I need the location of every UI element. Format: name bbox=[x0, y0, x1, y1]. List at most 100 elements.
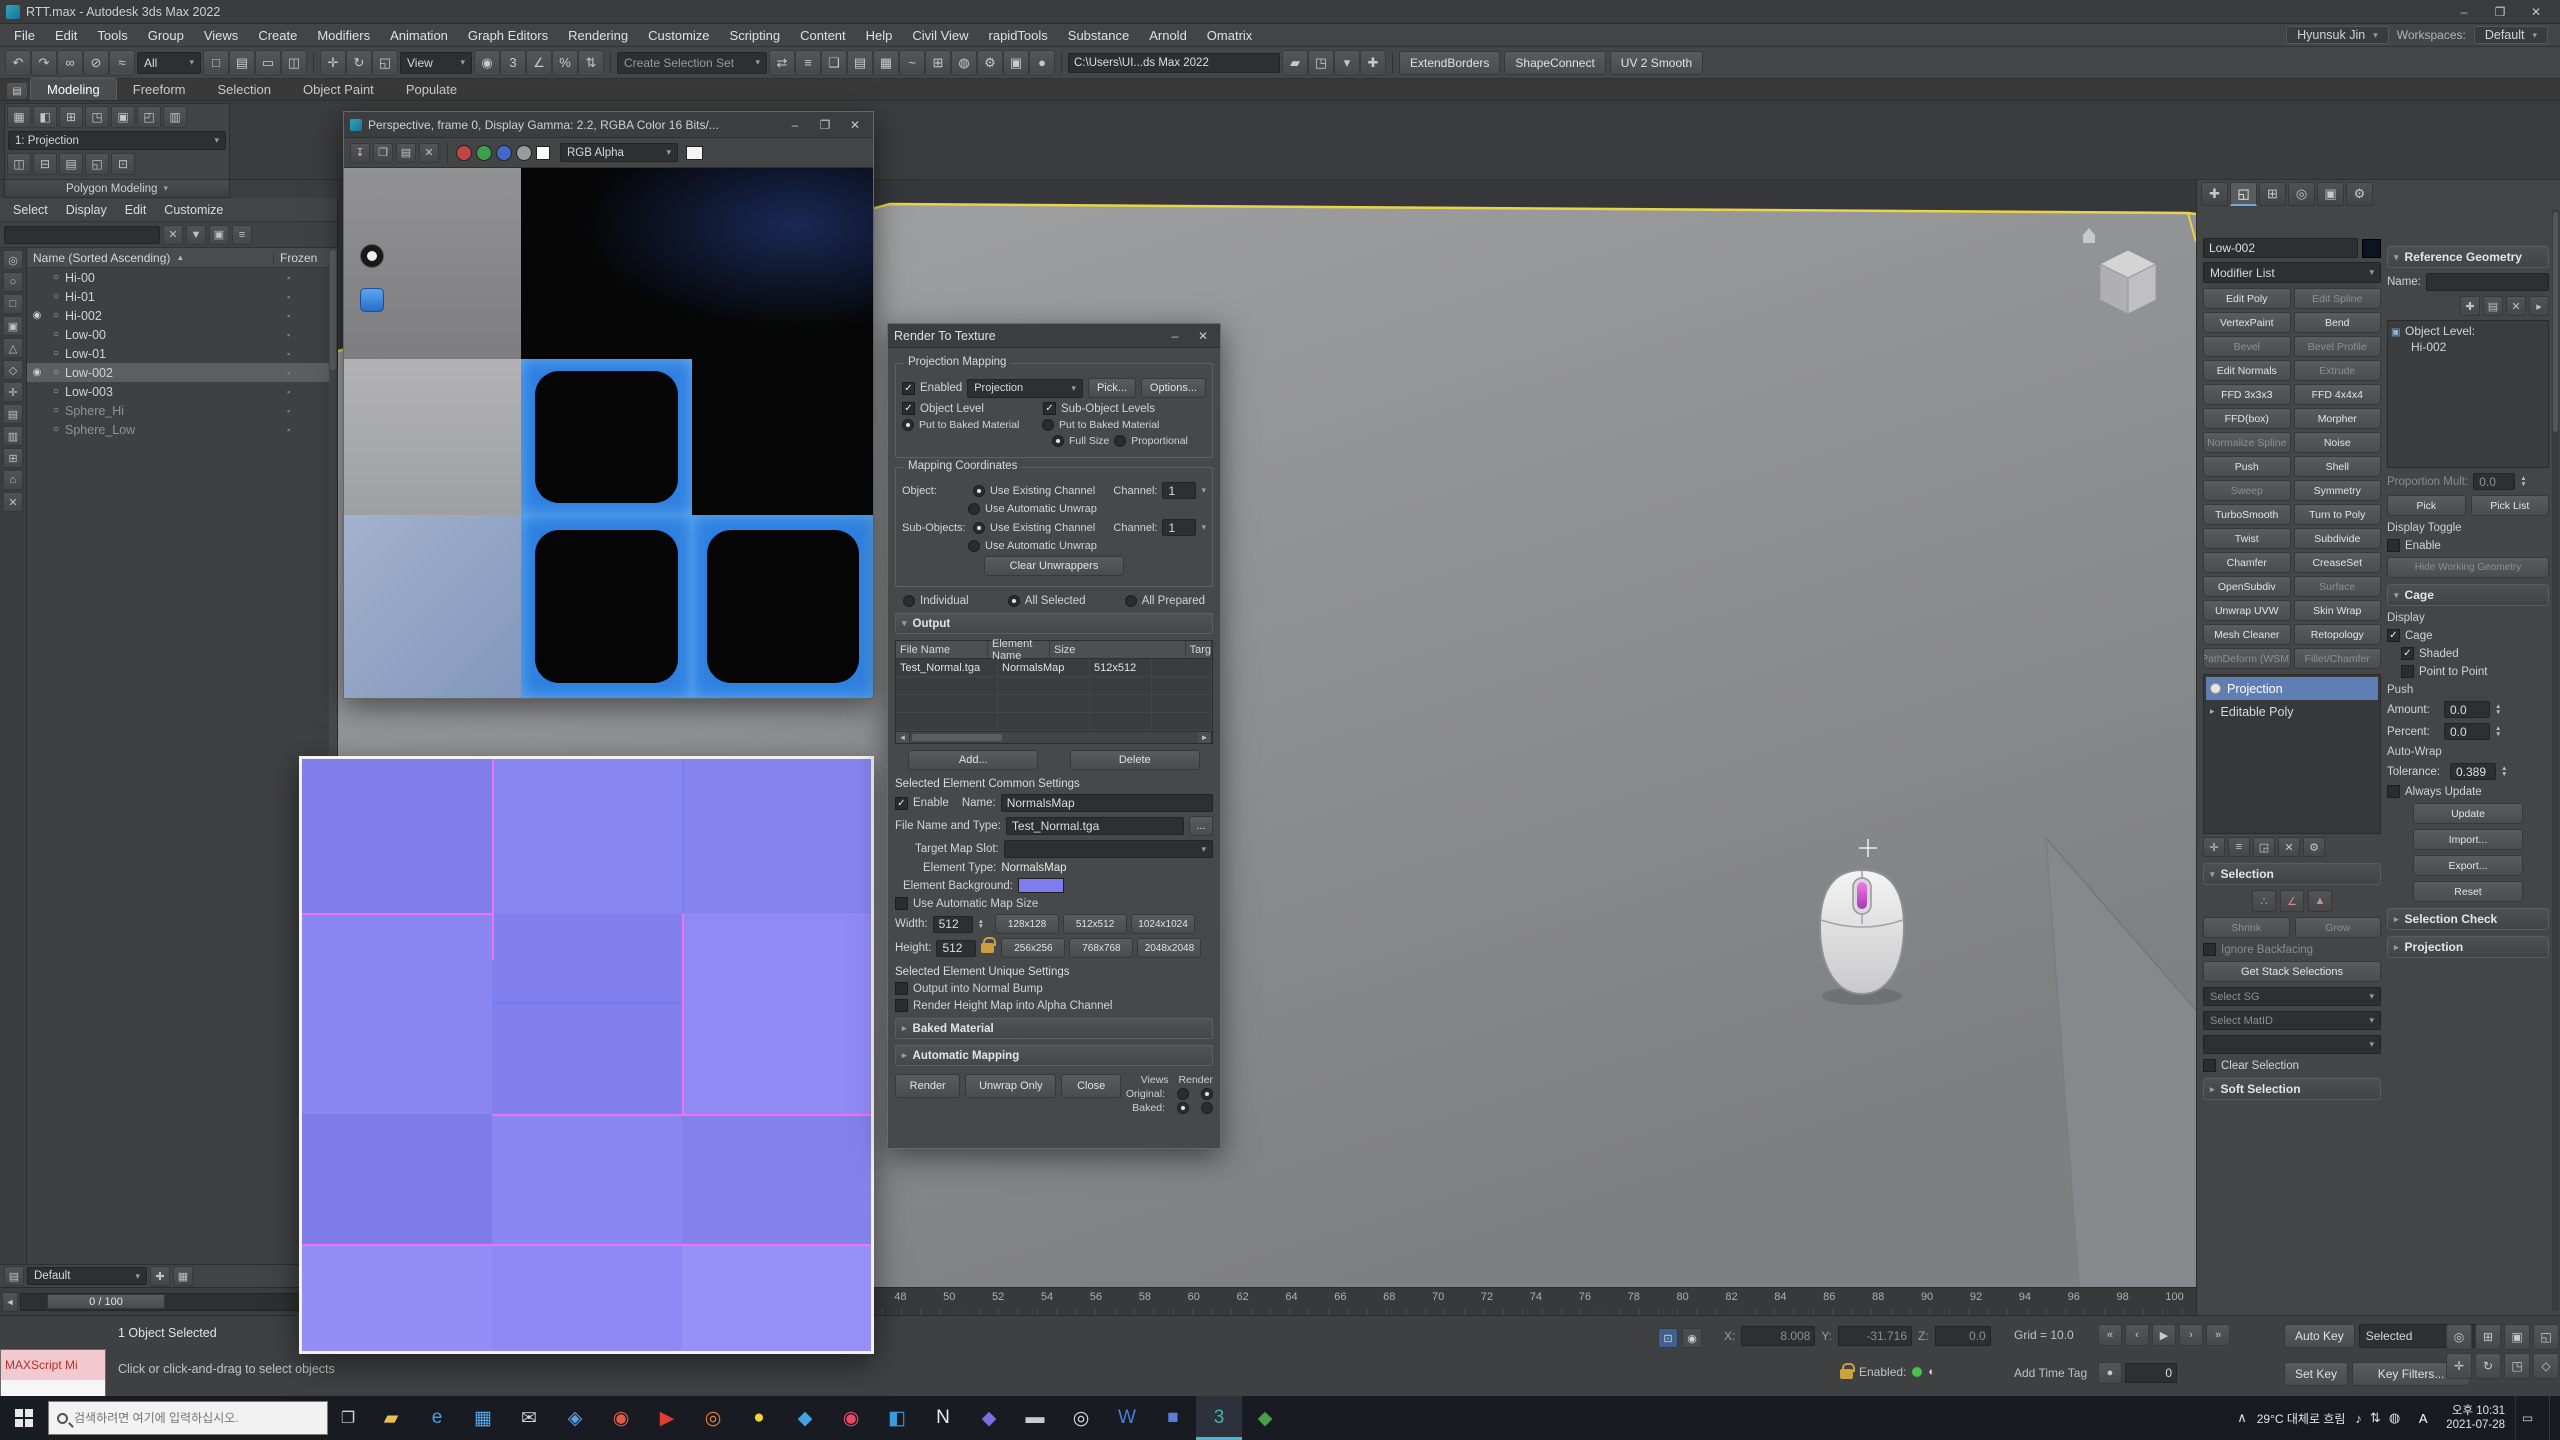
soft-selection-rollout-header[interactable]: ▸Soft Selection bbox=[2203, 1078, 2381, 1100]
red-channel-icon[interactable] bbox=[456, 145, 472, 161]
toolbar-text-button[interactable]: ShapeConnect bbox=[1504, 51, 1605, 75]
map-size-button[interactable]: 512x512 bbox=[1063, 914, 1127, 934]
project-path-field[interactable]: C:\Users\UI...ds Max 2022 bbox=[1068, 53, 1280, 73]
toolbar-text-button[interactable]: UV 2 Smooth bbox=[1610, 51, 1703, 75]
poly-modeling-icon-7[interactable]: ▥ bbox=[163, 106, 187, 128]
current-frame-field[interactable]: 0 bbox=[2125, 1363, 2177, 1383]
taskbar-icon-teams[interactable]: ■ bbox=[1150, 1396, 1196, 1440]
grow-button[interactable]: Grow bbox=[2295, 917, 2382, 938]
ribbon-tab[interactable]: Freeform bbox=[117, 79, 202, 100]
taskbar-clock[interactable]: 오후 10:31 2021-07-28 bbox=[2446, 1404, 2505, 1432]
reference-geometry-list[interactable]: ▣Object Level: Hi-002 bbox=[2387, 320, 2549, 468]
all-selected-radio[interactable] bbox=[1008, 595, 1020, 607]
ribbon-tab[interactable]: Populate bbox=[390, 79, 473, 100]
menu-item[interactable]: Substance bbox=[1058, 26, 1139, 45]
modifier-enable-icon[interactable] bbox=[2210, 683, 2221, 694]
lock-aspect-icon[interactable] bbox=[981, 943, 994, 953]
maxscript-mini-listener[interactable]: MAXScript Mi bbox=[0, 1349, 106, 1397]
start-button[interactable] bbox=[0, 1396, 48, 1440]
taskbar-icon-mail[interactable]: ✉ bbox=[506, 1396, 552, 1440]
zoom-all-icon[interactable]: ⊞ bbox=[2475, 1324, 2501, 1350]
output-row[interactable]: Test_Normal.tga NormalsMap 512x512 bbox=[896, 659, 1212, 677]
all-prepared-radio[interactable] bbox=[1125, 595, 1137, 607]
poly-modeling-icon-3[interactable]: ⊞ bbox=[59, 106, 83, 128]
clear-unwrappers-button[interactable]: Clear Unwrappers bbox=[984, 556, 1124, 576]
modifier-button[interactable]: Twist bbox=[2203, 528, 2291, 549]
file-name-field[interactable]: Test_Normal.tga bbox=[1006, 817, 1184, 835]
reset-button[interactable]: Reset bbox=[2413, 881, 2523, 902]
align-icon[interactable]: ≡ bbox=[795, 50, 821, 76]
tab-motion[interactable]: ◎ bbox=[2288, 182, 2315, 206]
scene-object-row[interactable]: ◉ ○ Hi-01 ▪ bbox=[27, 287, 329, 306]
spinner-icon[interactable]: ▲▼ bbox=[978, 919, 984, 930]
next-frame-icon[interactable]: › bbox=[2179, 1324, 2203, 1346]
tab-display[interactable]: ▣ bbox=[2317, 182, 2344, 206]
auto-key-button[interactable]: Auto Key bbox=[2284, 1324, 2355, 1348]
modifier-button[interactable]: Turn to Poly bbox=[2294, 504, 2382, 525]
unwrap-only-button[interactable]: Unwrap Only bbox=[965, 1074, 1056, 1098]
y-coordinate-field[interactable]: -31.716 bbox=[1838, 1326, 1912, 1346]
redo-icon[interactable]: ↷ bbox=[31, 50, 57, 76]
display-bones-icon[interactable]: ▤ bbox=[3, 404, 23, 424]
spinner-icon[interactable]: ▲▼ bbox=[2495, 704, 2501, 715]
subobject-channel-field[interactable]: 1 bbox=[1162, 519, 1196, 536]
minimize-button[interactable]: – bbox=[1164, 324, 1186, 347]
channel-display-dropdown[interactable]: RGB Alpha▾ bbox=[560, 143, 678, 162]
modifier-button[interactable]: Morpher bbox=[2294, 408, 2382, 429]
tab-hierarchy[interactable]: ⊞ bbox=[2259, 182, 2286, 206]
modifier-button[interactable]: Retopology bbox=[2294, 624, 2382, 645]
scroll-left-icon[interactable]: ◄ bbox=[896, 732, 910, 743]
layer-settings-icon[interactable]: ▦ bbox=[173, 1266, 193, 1286]
sub-object-levels-checkbox[interactable] bbox=[1043, 402, 1056, 415]
menu-item[interactable]: rapidTools bbox=[979, 26, 1058, 45]
cage-checkbox[interactable] bbox=[2387, 629, 2400, 642]
frozen-cell[interactable]: ▪ bbox=[273, 406, 329, 416]
element-name-field[interactable]: NormalsMap bbox=[1001, 794, 1213, 812]
display-hidden-icon[interactable]: ⌂ bbox=[3, 470, 23, 490]
menu-item[interactable]: Civil View bbox=[902, 26, 978, 45]
shaded-checkbox[interactable] bbox=[2401, 647, 2414, 660]
spinner-icon[interactable]: ▲▼ bbox=[2501, 766, 2507, 777]
delete-element-button[interactable]: Delete bbox=[1070, 750, 1200, 770]
menu-item[interactable]: Rendering bbox=[558, 26, 638, 45]
menu-item[interactable]: Animation bbox=[380, 26, 458, 45]
modifier-button[interactable]: VertexPaint bbox=[2203, 312, 2291, 333]
modifier-button[interactable]: Symmetry bbox=[2294, 480, 2382, 501]
push-amount-field[interactable]: 0.0 bbox=[2444, 701, 2490, 718]
baked-material-rollout-header[interactable]: ▸Baked Material bbox=[895, 1018, 1213, 1039]
ribbon-tab[interactable]: Selection bbox=[202, 79, 287, 100]
scene-object-row[interactable]: ◉ ○ Hi-00 ▪ bbox=[27, 268, 329, 287]
modifier-button[interactable]: Subdivide bbox=[2294, 528, 2382, 549]
taskbar-icon-word[interactable]: W bbox=[1104, 1396, 1150, 1440]
modifier-button[interactable]: Fillet/Chamfer bbox=[2294, 648, 2382, 669]
layer-list-icon[interactable]: ▤ bbox=[4, 1266, 24, 1286]
selection-rollout-header[interactable]: ▾Selection bbox=[2203, 863, 2381, 885]
taskbar-icon-explorer[interactable]: ▰ bbox=[368, 1396, 414, 1440]
output-normal-bump-checkbox[interactable] bbox=[895, 982, 908, 995]
taskbar-icon-notion[interactable]: N bbox=[920, 1396, 966, 1440]
menu-item[interactable]: Content bbox=[790, 26, 856, 45]
time-slider-thumb[interactable]: 0 / 100 bbox=[47, 1294, 165, 1309]
output-column-header[interactable]: Element Name bbox=[988, 641, 1050, 658]
display-frozen-icon[interactable]: ⊞ bbox=[3, 448, 23, 468]
toggle-scene-explorer-icon[interactable]: ▤ bbox=[847, 50, 873, 76]
rendered-frame-window-icon[interactable]: ▣ bbox=[1003, 50, 1029, 76]
go-to-start-icon[interactable]: « bbox=[2098, 1324, 2122, 1346]
field-of-view-icon[interactable]: ◇ bbox=[2533, 1353, 2559, 1379]
orbit-icon[interactable]: ↻ bbox=[2475, 1353, 2501, 1379]
rendered-frame-image[interactable] bbox=[344, 168, 873, 698]
selection-lock-toggle-icon[interactable]: ◉ bbox=[1682, 1328, 1702, 1348]
close-button[interactable]: ✕ bbox=[1192, 324, 1214, 347]
menu-item[interactable]: Help bbox=[856, 26, 903, 45]
height-field[interactable]: 512 bbox=[936, 940, 976, 957]
menu-item[interactable]: Omatrix bbox=[1197, 26, 1263, 45]
reference-name-field[interactable] bbox=[2426, 273, 2549, 291]
push-percent-field[interactable]: 0.0 bbox=[2444, 723, 2490, 740]
show-end-result-icon[interactable]: ≡ bbox=[2228, 837, 2250, 857]
scene-object-row[interactable]: ◉ ○ Sphere_Low ▪ bbox=[27, 420, 329, 439]
task-view-icon[interactable]: ❐ bbox=[328, 1396, 368, 1440]
close-dialog-button[interactable]: Close bbox=[1061, 1074, 1120, 1098]
minimize-button[interactable]: – bbox=[783, 112, 807, 137]
layer-manager-icon[interactable]: ❏ bbox=[821, 50, 847, 76]
menu-item[interactable]: Scripting bbox=[720, 26, 791, 45]
